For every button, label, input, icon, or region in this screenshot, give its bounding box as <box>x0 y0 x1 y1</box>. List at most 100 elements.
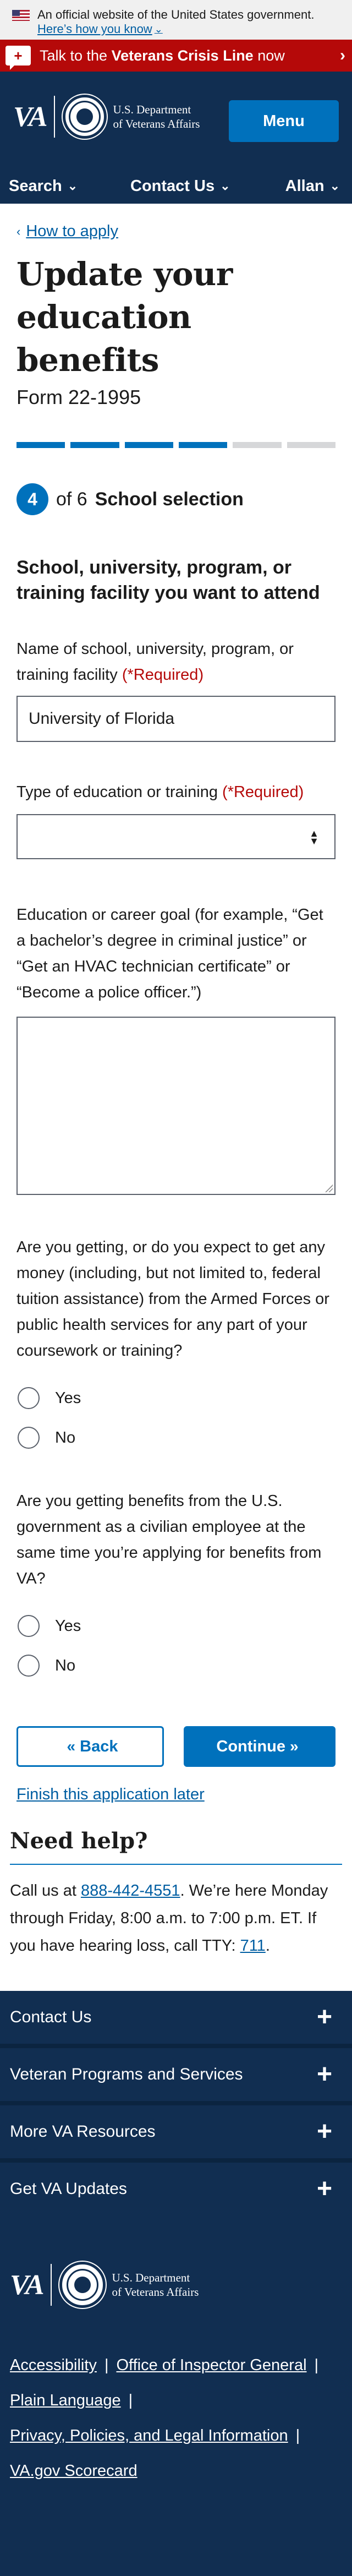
accordion-label: Contact Us <box>10 2008 92 2026</box>
user-dropdown[interactable]: Allan ⌄ <box>285 177 340 195</box>
education-type-label-text: Type of education or training <box>16 783 218 801</box>
radio-circle[interactable] <box>18 1655 40 1677</box>
chevron-right-icon: › <box>340 46 345 64</box>
school-name-label: Name of school, university, program, or … <box>16 636 336 688</box>
required-marker: (*Required) <box>122 666 204 684</box>
tty-link[interactable]: 711 <box>240 1937 266 1955</box>
accordion-get-updates[interactable]: Get VA Updates + <box>0 2158 352 2215</box>
back-button[interactable]: « Back <box>16 1726 164 1767</box>
phone-link[interactable]: 888-442-4551 <box>81 1882 180 1900</box>
progress-bar <box>16 442 336 448</box>
form-number: Form 22-1995 <box>16 386 141 408</box>
civilian-no-radio[interactable]: No <box>16 1646 336 1685</box>
radio-circle[interactable] <box>18 1615 40 1637</box>
link-separator: | <box>128 2392 133 2409</box>
us-flag-icon <box>12 10 30 21</box>
progress-segment-complete <box>178 442 228 448</box>
plus-icon: + <box>316 2060 332 2089</box>
va-seal-icon <box>59 2262 106 2308</box>
accordion-more-resources[interactable]: More VA Resources + <box>0 2101 352 2158</box>
accordion-label: Veteran Programs and Services <box>10 2065 243 2083</box>
chevron-down-icon: ⌄ <box>329 179 340 193</box>
inspector-general-link[interactable]: Office of Inspector General <box>116 2356 306 2374</box>
accessibility-link[interactable]: Accessibility <box>10 2356 97 2374</box>
official-gov-banner: An official website of the United States… <box>0 0 352 40</box>
chevron-down-icon: ⌄ <box>220 179 230 193</box>
radio-circle[interactable] <box>18 1387 40 1409</box>
section-title: School, university, program, or training… <box>16 557 320 603</box>
finish-later-link[interactable]: Finish this application later <box>16 1786 336 1804</box>
va-logo: VA <box>13 101 47 133</box>
footer-accordion: Contact Us + Veteran Programs and Servic… <box>0 1991 352 2215</box>
search-dropdown[interactable]: Search ⌄ <box>9 177 100 195</box>
school-name-input[interactable]: University of Florida <box>16 696 336 742</box>
how-you-know-label: Here’s how you know <box>37 22 152 36</box>
radio-label: Yes <box>55 1617 81 1635</box>
progress-segment-incomplete <box>233 442 282 448</box>
crisis-prefix: Talk to the <box>40 47 112 64</box>
department-name: U.S. Department of Veterans Affairs <box>113 102 200 131</box>
crisis-line-banner[interactable]: + Talk to the Veterans Crisis Line now › <box>0 40 352 72</box>
dept-line-2: of Veterans Affairs <box>112 2285 199 2299</box>
step-number: 4 <box>16 483 48 515</box>
site-footer: Contact Us + Veteran Programs and Servic… <box>0 1991 352 2576</box>
link-separator: | <box>104 2356 109 2374</box>
back-button-label: Back <box>80 1737 118 1755</box>
help-text-1: Call us at <box>10 1882 81 1900</box>
education-type-label: Type of education or training (*Required… <box>16 779 336 805</box>
radio-label: Yes <box>55 1389 81 1407</box>
funding-radio-group: Yes No <box>16 1378 336 1458</box>
menu-button[interactable]: Menu <box>229 100 339 142</box>
civilian-radio-group: Yes No <box>16 1606 336 1685</box>
plus-icon: + <box>316 2117 332 2146</box>
career-goal-textarea[interactable] <box>16 1017 336 1195</box>
step-name: School selection <box>95 488 244 510</box>
site-header: VA U.S. Department of Veterans Affairs M… <box>0 72 352 204</box>
step-of-total: of 6 <box>56 488 87 510</box>
crisis-line-name: Veterans Crisis Line <box>111 47 254 64</box>
link-separator: | <box>295 2427 300 2444</box>
civilian-yes-radio[interactable]: Yes <box>16 1606 336 1646</box>
scorecard-link[interactable]: VA.gov Scorecard <box>10 2462 138 2480</box>
radio-circle[interactable] <box>18 1427 40 1449</box>
plain-language-link[interactable]: Plain Language <box>10 2392 121 2409</box>
how-you-know-link[interactable]: Here’s how you know ⌄ <box>37 22 163 36</box>
footer-va-logo[interactable]: VA U.S. Department of Veterans Affairs <box>0 2215 352 2308</box>
main-content: ‹ How to apply Update your education ben… <box>0 222 352 1804</box>
va-logo: VA <box>10 2269 44 2301</box>
contact-dropdown[interactable]: Contact Us ⌄ <box>130 177 285 195</box>
va-seal-icon <box>62 95 107 139</box>
accordion-label: Get VA Updates <box>10 2180 127 2198</box>
header-nav: Search ⌄ Contact Us ⌄ Allan ⌄ <box>0 168 352 204</box>
accordion-contact-us[interactable]: Contact Us + <box>0 1991 352 2044</box>
funding-no-radio[interactable]: No <box>16 1418 336 1458</box>
double-chevron-left-icon: « <box>67 1738 76 1755</box>
logo-divider <box>50 2264 52 2306</box>
help-text: Call us at 888-442-4551. We’re here Mond… <box>10 1877 342 1960</box>
civilian-question: Are you getting benefits from the U.S. g… <box>16 1492 322 1587</box>
radio-label: No <box>55 1428 76 1447</box>
funding-yes-radio[interactable]: Yes <box>16 1378 336 1418</box>
career-goal-label: Education or career goal (for example, “… <box>16 906 323 1001</box>
logo-divider <box>53 96 55 138</box>
accordion-veteran-programs[interactable]: Veteran Programs and Services + <box>0 2044 352 2101</box>
chevron-down-icon: ⌄ <box>67 179 78 193</box>
dept-line-1: U.S. Department <box>113 103 191 116</box>
continue-button[interactable]: Continue » <box>184 1726 336 1767</box>
form-nav-buttons: « Back Continue » <box>16 1726 336 1767</box>
how-to-apply-link[interactable]: ‹ How to apply <box>16 222 336 241</box>
department-name: U.S. Department of Veterans Affairs <box>112 2271 199 2299</box>
footer-links: Accessibility | Office of Inspector Genera… <box>0 2308 352 2488</box>
resize-grip-icon[interactable] <box>325 1185 333 1192</box>
official-banner-text: An official website of the United States… <box>37 8 315 21</box>
continue-button-label: Continue <box>216 1737 286 1755</box>
chevron-left-icon: ‹ <box>16 224 21 238</box>
progress-segment-incomplete <box>287 442 336 448</box>
required-marker: (*Required) <box>222 783 304 801</box>
education-type-select[interactable]: ▲ ▼ <box>16 814 336 859</box>
privacy-link[interactable]: Privacy, Policies, and Legal Information <box>10 2427 288 2444</box>
select-arrows-icon: ▲ ▼ <box>309 828 319 847</box>
double-chevron-right-icon: » <box>290 1738 299 1755</box>
plus-icon: + <box>316 2174 332 2203</box>
va-home-logo[interactable]: VA U.S. Department of Veterans Affairs <box>13 95 200 139</box>
